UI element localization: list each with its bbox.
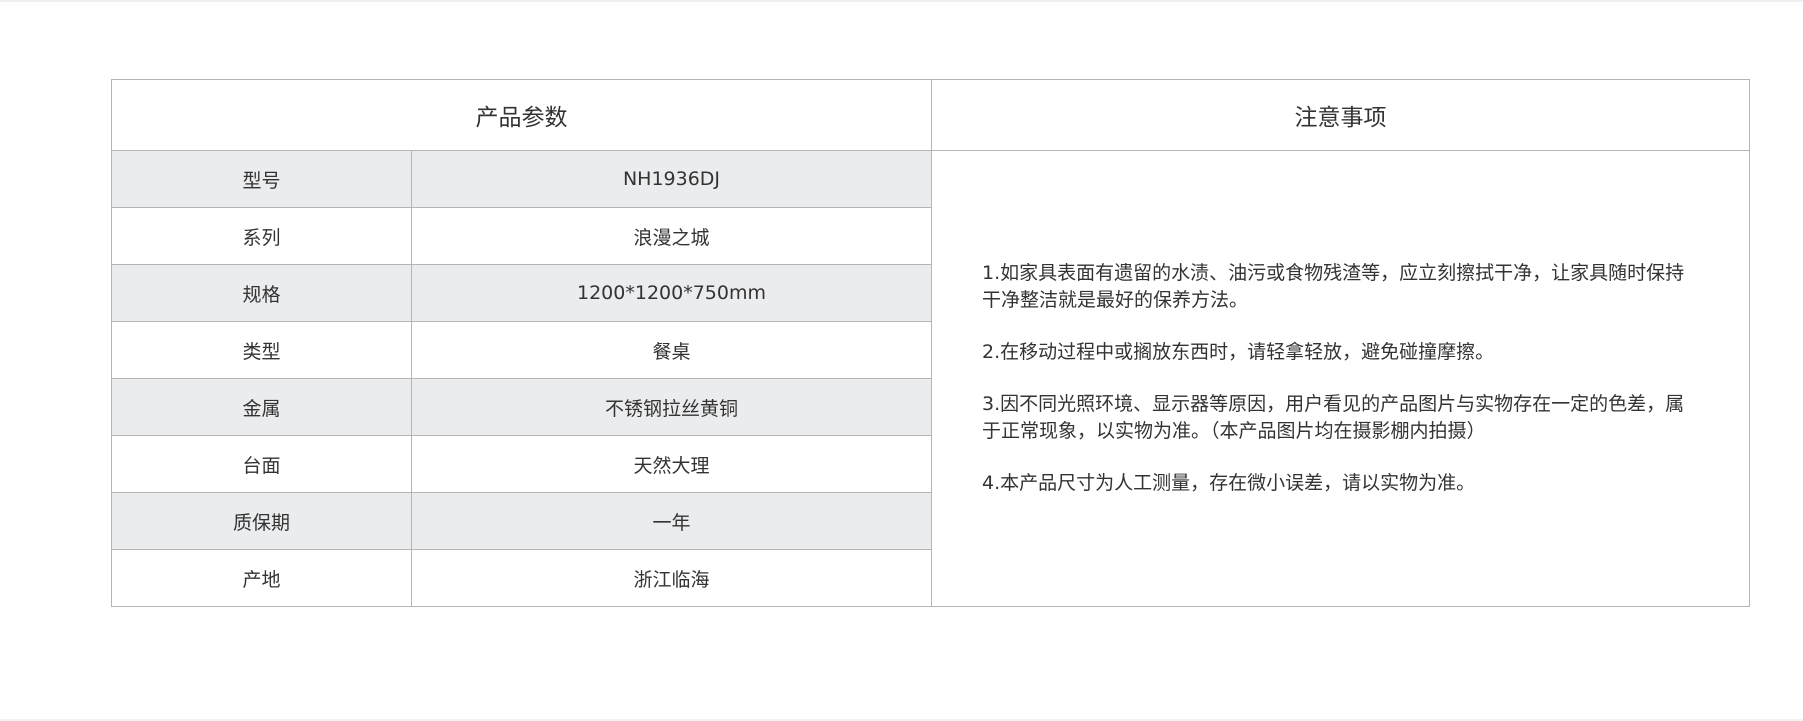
note-item: 4.本产品尺寸为人工测量，存在微小误差，请以实物为准。 bbox=[982, 472, 1476, 494]
params-header: 产品参数 bbox=[111, 79, 932, 151]
spec-label-tabletop: 台面 bbox=[111, 435, 412, 493]
spec-label-size: 规格 bbox=[111, 264, 412, 322]
spec-value-type: 餐桌 bbox=[411, 321, 932, 379]
product-spec-table: 产品参数 注意事项 型号 NH1936DJ 1.如家具表面有遗留的水渍、油污或食… bbox=[111, 79, 1750, 607]
table-row: 型号 NH1936DJ 1.如家具表面有遗留的水渍、油污或食物残渣等，应立刻擦拭… bbox=[111, 150, 1750, 607]
spec-value-metal: 不锈钢拉丝黄铜 bbox=[411, 378, 932, 436]
notes-header: 注意事项 bbox=[931, 79, 1750, 151]
spec-value-warranty: 一年 bbox=[411, 492, 932, 550]
note-item: 2.在移动过程中或搁放东西时，请轻拿轻放，避免碰撞摩擦。 bbox=[982, 341, 1495, 363]
spec-label-model: 型号 bbox=[111, 150, 412, 208]
spec-value-series: 浪漫之城 bbox=[411, 207, 932, 265]
spec-value-tabletop: 天然大理 bbox=[411, 435, 932, 493]
spec-label-type: 类型 bbox=[111, 321, 412, 379]
spec-label-warranty: 质保期 bbox=[111, 492, 412, 550]
spec-value-size: 1200*1200*750mm bbox=[411, 264, 932, 322]
note-item: 3.因不同光照环境、显示器等原因，用户看见的产品图片与实物存在一定的色差，属于正… bbox=[982, 393, 1685, 442]
spec-value-model: NH1936DJ bbox=[411, 150, 932, 208]
spec-label-metal: 金属 bbox=[111, 378, 412, 436]
spec-value-origin: 浙江临海 bbox=[411, 549, 932, 607]
notes-cell: 1.如家具表面有遗留的水渍、油污或食物残渣等，应立刻擦拭干净，让家具随时保持干净… bbox=[931, 150, 1750, 607]
spec-label-origin: 产地 bbox=[111, 549, 412, 607]
top-divider bbox=[0, 0, 1803, 2]
note-item: 1.如家具表面有遗留的水渍、油污或食物残渣等，应立刻擦拭干净，让家具随时保持干净… bbox=[982, 262, 1685, 311]
spec-label-series: 系列 bbox=[111, 207, 412, 265]
table-header-row: 产品参数 注意事项 bbox=[111, 79, 1750, 151]
